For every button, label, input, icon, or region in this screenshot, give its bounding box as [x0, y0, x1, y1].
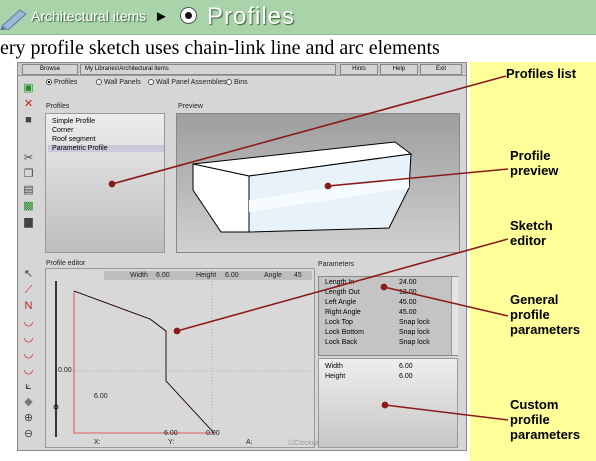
bottom-dimension-a: 6.00 [164, 430, 178, 437]
list-item[interactable]: Roof segment [52, 136, 96, 143]
param-value[interactable]: 45.00 [399, 309, 417, 316]
cut-icon[interactable]: ✂ [22, 152, 35, 165]
radio-on-icon [46, 79, 52, 86]
profiles-list[interactable]: Simple Profile Corner Roof segment Param… [45, 113, 165, 253]
height-label: Height [196, 272, 217, 279]
radio-wall-panels[interactable]: Wall Panels [96, 79, 141, 86]
callout-profile-preview: Profile preview [510, 148, 559, 178]
param-value[interactable]: Snap lock [399, 329, 430, 336]
profiles-label: Profiles [46, 103, 70, 110]
radio-wall-panel-assemblies[interactable]: Wall Panel Assemblies [148, 79, 227, 86]
a-coord-label: A: [246, 439, 253, 446]
param-name: Lock Bottom [325, 329, 364, 336]
hints-button[interactable]: Hints [340, 64, 378, 75]
eraser-icon[interactable]: ◆ [22, 396, 35, 409]
select-arrow-icon[interactable]: ↖ [22, 268, 35, 281]
profile-editor-label: Profile editor [46, 260, 86, 267]
line-tool-icon[interactable]: ⟋ [22, 284, 35, 297]
preview-3d-shape [192, 141, 413, 233]
sketch-editor[interactable]: Width 6.00 Height 6.00 Angle 45 0.00 6.0… [45, 268, 322, 448]
param-name: Height [325, 373, 346, 380]
copy-icon[interactable]: ❐ [22, 168, 35, 181]
pencil-icon [0, 9, 27, 30]
sketch-canvas [53, 281, 312, 437]
breadcrumb-parent[interactable]: Architectural items [31, 8, 146, 24]
param-name: Lock Back [325, 339, 358, 346]
zoom-in-icon[interactable]: ⊕ [22, 412, 35, 425]
param-value[interactable]: Snap lock [399, 339, 430, 346]
y-coord-label: Y: [168, 439, 175, 446]
parameters-label: Parameters [318, 261, 355, 268]
breadcrumb-arrow-icon: ► [154, 8, 169, 25]
arc-tool-3-icon[interactable]: ◡ [22, 348, 35, 361]
new-icon[interactable]: ▣ [22, 82, 35, 95]
param-name: Left Angle [325, 299, 357, 306]
angle-label: Angle [264, 272, 282, 279]
bottom-dimension-b: 0.00 [206, 430, 220, 437]
radio-selected-icon [180, 7, 197, 24]
breadcrumb-current: Profiles [207, 3, 296, 30]
paste-icon[interactable]: ▤ [22, 184, 35, 197]
width-value[interactable]: 6.00 [156, 272, 170, 279]
image-icon[interactable]: ▩ [22, 200, 35, 213]
arc-tool-2-icon[interactable]: ◡ [22, 332, 35, 345]
param-name: Right Angle [325, 309, 361, 316]
app-window: Browse My Libraries\Architectural items … [17, 62, 467, 451]
height-value[interactable]: 6.00 [225, 272, 239, 279]
callout-custom-parameters: Custom profile parameters [510, 397, 581, 442]
custom-parameters-table[interactable]: Width 6.00 Height 6.00 [318, 358, 458, 448]
list-item[interactable]: Corner [52, 127, 73, 134]
scrollbar[interactable] [451, 277, 458, 355]
param-name: Lock Top [325, 319, 353, 326]
clockwise-checkbox[interactable]: ☑Clockwis [288, 439, 322, 447]
param-value[interactable]: 24.00 [399, 279, 417, 286]
param-value[interactable]: 6.00 [399, 373, 413, 380]
browse-button[interactable]: Browse [22, 64, 78, 75]
zoom-out-icon[interactable]: ⊖ [22, 428, 35, 441]
exit-button[interactable]: Exit [420, 64, 462, 75]
callout-profiles-list: Profiles list [506, 66, 577, 81]
parameters-panel: Parameters Length In 24.00 Length Out 12… [318, 261, 462, 448]
radio-profiles[interactable]: Profiles [46, 79, 77, 86]
left-dimension: 6.00 [94, 393, 108, 400]
param-name: Width [325, 363, 343, 370]
polyline-tool-icon[interactable]: N [22, 300, 35, 313]
help-button[interactable]: Help [380, 64, 418, 75]
delete-icon[interactable]: ✕ [22, 98, 35, 111]
param-value[interactable]: 12.00 [399, 289, 417, 296]
stop-icon[interactable]: ■ [22, 114, 35, 127]
arc-tool-4-icon[interactable]: ◡ [22, 364, 35, 377]
y-zero-label: 0.00 [58, 367, 72, 374]
list-item-selected[interactable]: Parametric Profile [48, 145, 164, 152]
x-coord-label: X: [94, 439, 101, 446]
radio-off-icon [148, 79, 154, 86]
param-value[interactable]: Snap lock [399, 319, 430, 326]
arc-tool-icon[interactable]: ◡ [22, 316, 35, 329]
menubar: Browse My Libraries\Architectural items … [18, 63, 466, 76]
width-label: Width [130, 272, 148, 279]
page-subtitle: ery profile sketch uses chain-link line … [0, 37, 440, 59]
list-item[interactable]: Simple Profile [52, 118, 95, 125]
note-icon[interactable]: ▆ [22, 216, 35, 229]
left-toolbar: ▣ ✕ ■ ✂ ❐ ▤ ▩ ▆ ↖ ⟋ N ◡ ◡ ◡ ◡ ⟀ ◆ ⊕ ⊖ [18, 76, 42, 450]
param-name: Length In [325, 279, 355, 286]
radio-bins[interactable]: Bins [226, 79, 248, 86]
library-path: My Libraries\Architectural items [80, 64, 336, 75]
angle-value[interactable]: 45 [294, 272, 302, 279]
preview-label: Preview [178, 103, 203, 110]
callout-sketch-editor: Sketch editor [510, 218, 553, 248]
radio-off-icon [226, 79, 232, 86]
callout-general-parameters: General profile parameters [510, 292, 581, 337]
general-parameters-table[interactable]: Length In 24.00 Length Out 12.00 Left An… [318, 276, 458, 356]
radio-off-icon [96, 79, 102, 86]
profile-preview[interactable] [176, 113, 460, 253]
measure-icon[interactable]: ⟀ [22, 380, 35, 393]
param-value[interactable]: 6.00 [399, 363, 413, 370]
param-name: Length Out [325, 289, 360, 296]
param-value[interactable]: 45.00 [399, 299, 417, 306]
